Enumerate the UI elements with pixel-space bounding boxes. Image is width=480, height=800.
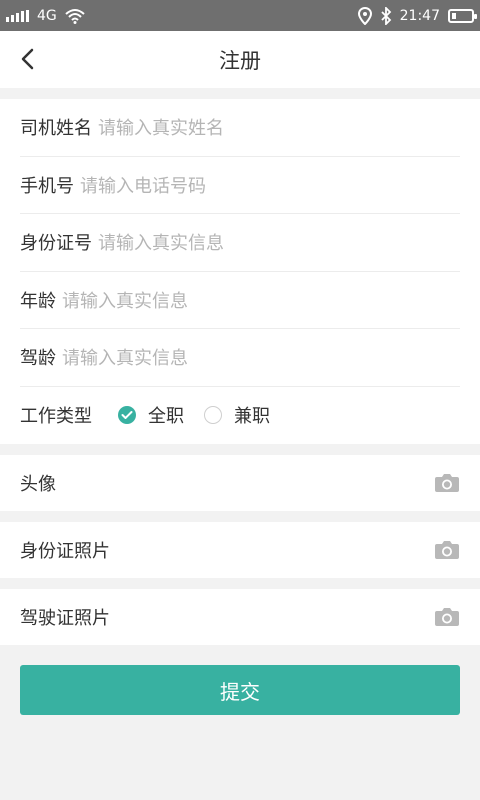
license-upload-row[interactable]: 驾驶证照片 [0,589,480,645]
divider [0,444,480,455]
app-header: 注册 [0,31,480,88]
submit-button[interactable]: 提交 [20,665,460,715]
driver-name-input[interactable]: 请输入真实姓名 [98,114,224,140]
radio-empty-icon [204,406,222,425]
phone-input[interactable]: 请输入电话号码 [80,172,206,198]
field-label: 工作类型 [20,406,92,428]
id-card-upload-row[interactable]: 身份证照片 [0,522,480,578]
license-label: 驾驶证照片 [20,608,110,629]
id-number-field[interactable]: 身份证号 请输入真实信息 [20,214,460,272]
divider [0,88,480,99]
driving-years-field[interactable]: 驾龄 请输入真实信息 [20,329,460,387]
avatar-label: 头像 [20,474,56,495]
id-card-label: 身份证照片 [20,541,110,562]
camera-icon[interactable] [434,607,460,627]
age-input[interactable]: 请输入真实信息 [62,287,188,313]
field-label: 司机姓名 [20,118,92,140]
driving-years-input[interactable]: 请输入真实信息 [62,344,188,370]
status-bar: 4G 21:47 [0,0,480,31]
camera-icon[interactable] [434,473,460,493]
field-label: 手机号 [20,175,74,197]
radio-label: 兼职 [234,406,270,428]
check-icon [118,406,136,425]
registration-form: 司机姓名 请输入真实姓名 手机号 请输入电话号码 身份证号 请输入真实信息 年龄… [0,99,480,444]
radio-label: 全职 [148,406,184,428]
avatar-upload-row[interactable]: 头像 [0,455,480,511]
status-left: 4G [6,8,85,24]
battery-icon [448,8,477,23]
field-label: 年龄 [20,290,56,312]
location-icon [357,6,372,25]
bluetooth-icon [381,6,391,25]
work-type-parttime-radio[interactable]: 兼职 [204,402,270,428]
wifi-icon [65,8,85,24]
status-right: 21:47 [357,6,477,25]
status-time: 21:47 [399,7,440,24]
divider [0,511,480,522]
camera-icon[interactable] [434,540,460,560]
back-chevron-icon[interactable] [16,47,40,71]
work-type-fulltime-radio[interactable]: 全职 [118,402,184,428]
age-field[interactable]: 年龄 请输入真实信息 [20,272,460,329]
driver-name-field[interactable]: 司机姓名 请输入真实姓名 [20,99,460,157]
signal-icon [6,9,29,22]
id-number-input[interactable]: 请输入真实信息 [98,229,224,255]
divider [0,578,480,589]
field-label: 身份证号 [20,233,92,255]
page-title: 注册 [219,48,261,73]
work-type-field: 工作类型 全职 兼职 [20,387,460,445]
network-type: 4G [37,7,57,24]
field-label: 驾龄 [20,348,56,370]
phone-field[interactable]: 手机号 请输入电话号码 [20,157,460,214]
